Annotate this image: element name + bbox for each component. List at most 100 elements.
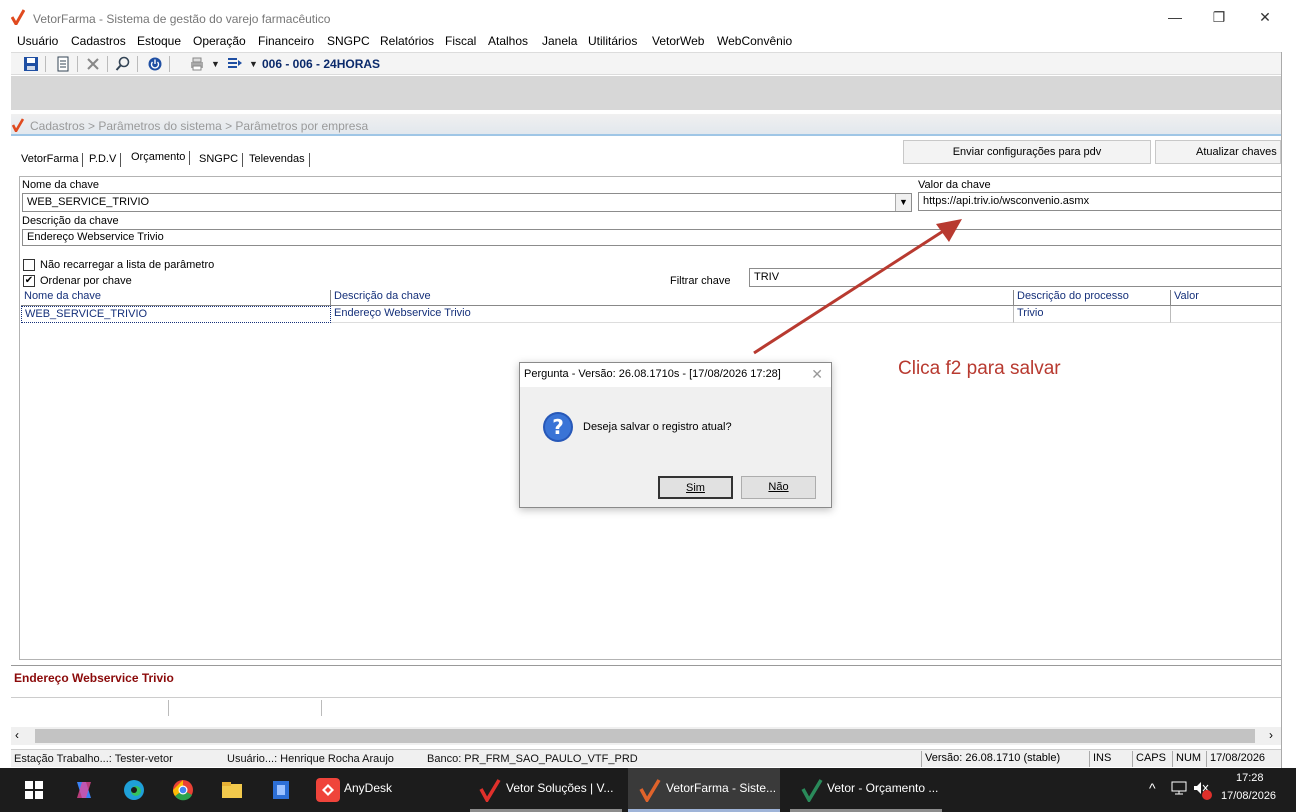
- table-cell[interactable]: WEB_SERVICE_TRIVIO: [21, 306, 331, 323]
- update-keys-button[interactable]: Atualizar chaves: [1155, 140, 1281, 164]
- title-bar: VetorFarma - Sistema de gestão do varejo…: [0, 0, 1296, 31]
- key-value-label: Valor da chave: [918, 179, 991, 191]
- info-divider: [321, 700, 322, 716]
- order-by-key-checkbox[interactable]: ✔: [23, 275, 35, 287]
- no-button[interactable]: Não: [741, 476, 816, 499]
- dialog-title: Pergunta - Versão: 26.08.1710s - [17/08/…: [520, 363, 831, 387]
- delete-icon[interactable]: [85, 56, 101, 72]
- chevron-up-icon[interactable]: ^: [1149, 780, 1156, 796]
- menu-operacao[interactable]: Operação: [193, 34, 246, 48]
- workstation-icon[interactable]: [227, 56, 243, 72]
- power-icon[interactable]: [147, 56, 163, 72]
- tab-orcamento[interactable]: Orçamento: [131, 151, 191, 165]
- horizontal-scrollbar[interactable]: ‹ ›: [11, 727, 1281, 745]
- no-reload-checkbox[interactable]: [23, 259, 35, 271]
- tab-televendas[interactable]: Televendas: [249, 153, 310, 167]
- menu-usuario[interactable]: Usuário: [17, 34, 58, 48]
- restore-button[interactable]: ❐: [1199, 6, 1239, 28]
- toolbar-separator: [107, 56, 108, 72]
- task-vetorfarma[interactable]: VetorFarma - Siste...: [666, 781, 776, 795]
- menu-estoque[interactable]: Estoque: [137, 34, 181, 48]
- chrome-browser-icon[interactable]: [171, 778, 195, 802]
- menu-relatorios[interactable]: Relatórios: [380, 34, 434, 48]
- save-icon[interactable]: [23, 56, 39, 72]
- task-anydesk[interactable]: AnyDesk: [344, 781, 392, 795]
- status-ins: INS: [1089, 751, 1132, 767]
- taskbar-time[interactable]: 17:28: [1236, 772, 1264, 784]
- tab-vetorfarma[interactable]: VetorFarma: [21, 153, 84, 167]
- chevron-right-icon[interactable]: ›: [1269, 728, 1273, 742]
- menu-financeiro[interactable]: Financeiro: [258, 34, 314, 48]
- minimize-button[interactable]: —: [1155, 6, 1195, 28]
- right-edge: [1281, 52, 1296, 768]
- notification-badge-icon[interactable]: [1202, 790, 1212, 800]
- description-text: Endereço Webservice Trivio: [14, 671, 174, 685]
- print-icon[interactable]: [189, 56, 205, 72]
- no-reload-label: Não recarregar a lista de parâmetro: [40, 259, 215, 271]
- key-value-input[interactable]: https://api.triv.io/wsconvenio.asmx: [918, 192, 1281, 211]
- table-cell[interactable]: [1171, 306, 1281, 323]
- menu-vetorweb[interactable]: VetorWeb: [652, 34, 704, 48]
- vetorfarma-app-icon[interactable]: [638, 778, 662, 802]
- menu-atalhos[interactable]: Atalhos: [488, 34, 528, 48]
- info-divider: [168, 700, 169, 716]
- new-document-icon[interactable]: [55, 56, 71, 72]
- tab-pdv[interactable]: P.D.V: [89, 153, 122, 167]
- toolbar-separator: [169, 56, 170, 72]
- tab-sngpc[interactable]: SNGPC: [199, 153, 244, 167]
- taskbar-date[interactable]: 17/08/2026: [1221, 790, 1276, 802]
- menu-cadastros[interactable]: Cadastros: [71, 34, 126, 48]
- anydesk-icon[interactable]: [316, 778, 340, 802]
- column-header-key-name[interactable]: Nome da chave: [21, 290, 331, 306]
- toolbar-separator: [77, 56, 78, 72]
- status-num: NUM: [1172, 751, 1206, 767]
- vetor-app-icon[interactable]: [478, 778, 502, 802]
- network-icon[interactable]: [1171, 781, 1187, 795]
- annotation-text: Clica f2 para salvar: [898, 358, 1061, 379]
- file-explorer-icon[interactable]: [220, 778, 244, 802]
- task-vetor-orcamento[interactable]: Vetor - Orçamento ...: [827, 781, 938, 795]
- column-header-process-description[interactable]: Descrição do processo: [1014, 290, 1171, 306]
- windows-start-icon[interactable]: [22, 778, 46, 802]
- status-caps: CAPS: [1132, 751, 1172, 767]
- toolbar: ▼ ▼ 006 - 006 - 24HORAS: [11, 52, 1286, 75]
- breadcrumb-text: Cadastros > Parâmetros do sistema > Parâ…: [30, 119, 369, 133]
- table-cell[interactable]: Trivio: [1014, 306, 1171, 323]
- chevron-left-icon[interactable]: ‹: [15, 728, 19, 742]
- status-version: Versão: 26.08.1710 (stable): [921, 751, 1089, 767]
- svg-text:?: ?: [552, 415, 564, 439]
- edge-browser-icon[interactable]: [122, 778, 146, 802]
- scrollbar-thumb[interactable]: [35, 729, 1255, 743]
- dialog-message: Deseja salvar o registro atual?: [583, 421, 732, 433]
- info-bar: [11, 697, 1281, 717]
- copilot-icon[interactable]: [72, 778, 96, 802]
- search-icon[interactable]: [115, 56, 131, 72]
- description-bar: Endereço Webservice Trivio: [11, 665, 1281, 695]
- yes-button[interactable]: Sim: [658, 476, 733, 499]
- filter-key-label: Filtrar chave: [670, 275, 731, 287]
- menu-janela[interactable]: Janela: [542, 34, 577, 48]
- chevron-down-icon[interactable]: ▼: [895, 194, 911, 211]
- menu-sngpc[interactable]: SNGPC: [327, 34, 370, 48]
- annotation-arrow: [753, 219, 962, 355]
- menu-webconvenio[interactable]: WebConvênio: [717, 34, 792, 48]
- print-dropdown-icon[interactable]: ▼: [211, 56, 227, 72]
- network-app-icon[interactable]: [269, 778, 293, 802]
- key-description-label: Descrição da chave: [22, 215, 119, 227]
- order-by-key-label: Ordenar por chave: [40, 275, 132, 287]
- key-description-input[interactable]: Endereço Webservice Trivio: [22, 229, 1281, 246]
- menu-bar: Usuário Cadastros Estoque Operação Finan…: [0, 31, 1296, 51]
- question-icon: ?: [543, 412, 573, 442]
- menu-fiscal[interactable]: Fiscal: [445, 34, 476, 48]
- workstation-label[interactable]: 006 - 006 - 24HORAS: [262, 57, 380, 71]
- close-icon[interactable]: ✕: [811, 366, 823, 383]
- vetor-orcamento-icon[interactable]: [800, 778, 824, 802]
- column-header-value[interactable]: Valor: [1171, 290, 1281, 306]
- menu-utilitarios[interactable]: Utilitários: [588, 34, 637, 48]
- send-config-button[interactable]: Enviar configurações para pdv: [903, 140, 1151, 164]
- close-button[interactable]: ✕: [1245, 6, 1285, 28]
- status-bank: Banco: PR_FRM_SAO_PAULO_VTF_PRD: [427, 753, 638, 765]
- task-vetor-solucoes[interactable]: Vetor Soluções | V...: [506, 781, 613, 795]
- toolbar-separator: [137, 56, 138, 72]
- status-station: Estação Trabalho...: Tester-vetor: [14, 753, 173, 765]
